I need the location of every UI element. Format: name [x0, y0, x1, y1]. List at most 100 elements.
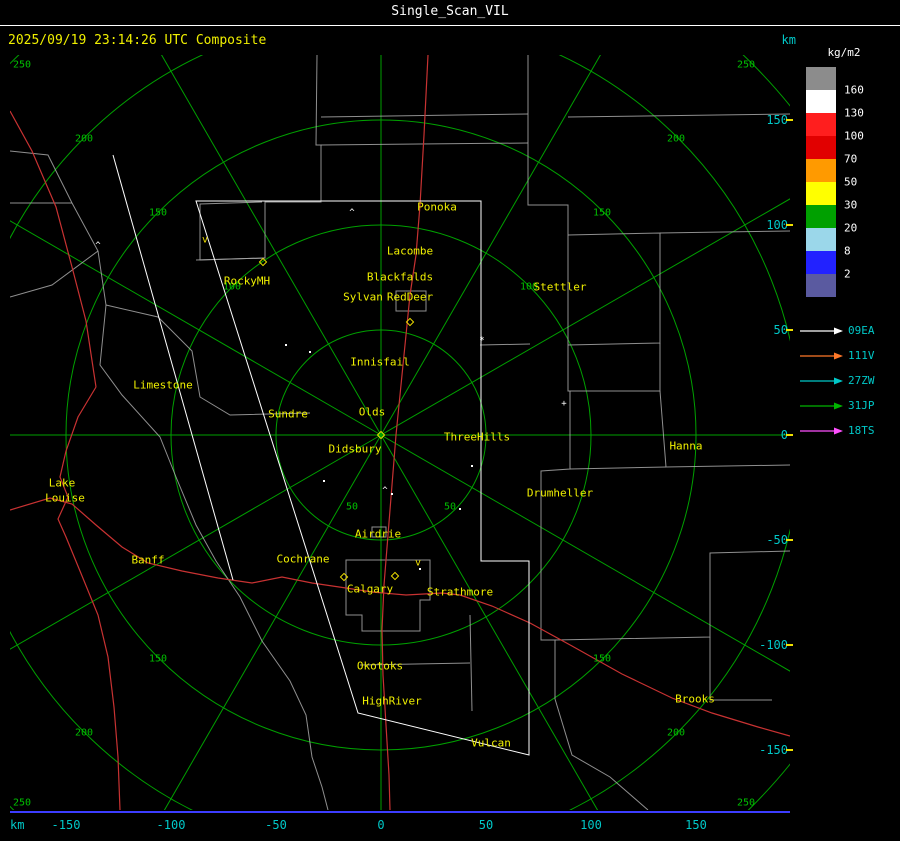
city-label-calgary: Calgary	[346, 582, 394, 596]
station-09ea: 09EA	[800, 318, 900, 343]
town-dot-marker	[471, 465, 473, 467]
boundary-line	[10, 250, 99, 298]
station-id-label: 27ZW	[848, 374, 875, 387]
range-ring-label: 200	[74, 727, 94, 739]
vil-color-legend: kg/m2 160 130 100 70 50 30 20 8 2	[806, 46, 900, 297]
boundary-line	[567, 113, 790, 118]
legend-threshold-label: 30	[844, 198, 858, 212]
azimuth-line-330	[161, 55, 382, 436]
bottom-axis-label: 100	[580, 818, 602, 832]
legend-threshold-label: 130	[844, 106, 864, 120]
city-label-sylvan: Sylvan	[343, 290, 383, 304]
right-axis-unit-label: km	[781, 33, 796, 47]
city-label-hanna: Hanna	[669, 439, 703, 453]
boundary-line	[567, 343, 661, 392]
radar-viewer-window: Single_Scan_VIL 2025/09/19 23:14:26 UTC …	[0, 0, 900, 841]
city-label-vulcan: Vulcan	[471, 736, 511, 750]
city-label-banff: Banff	[131, 553, 165, 567]
legend-threshold-label: 160	[844, 83, 864, 97]
range-ring-label: 250	[12, 59, 32, 71]
range-ring-label: 150	[592, 207, 612, 219]
vee-marker: v	[414, 557, 422, 569]
legend-threshold-label: 50	[844, 175, 858, 189]
city-label-lacombe: Lacombe	[386, 244, 434, 258]
legend-threshold-label: 100	[844, 129, 864, 143]
bottom-axis-label: 50	[478, 818, 494, 832]
station-id-label: 09EA	[848, 324, 875, 337]
radar-station-legend: 09EA 111V 27ZW 31JP 18TS	[800, 318, 900, 443]
boundary-line	[659, 390, 790, 468]
legend-color-box-2	[806, 113, 836, 136]
highway-line	[57, 386, 121, 810]
city-label-highriver: HighRiver	[362, 694, 422, 708]
bottom-axis-label: -50	[265, 818, 287, 832]
legend-threshold-label: 70	[844, 152, 858, 166]
window-title: Single_Scan_VIL	[391, 4, 509, 19]
bottom-axis: km -150 -100 -50 0 50 100 150	[0, 816, 900, 836]
station-arrow-icon	[800, 377, 843, 384]
boundary-line	[659, 230, 790, 234]
bottom-axis-line	[10, 811, 790, 813]
legend-color-box-8	[806, 251, 836, 274]
legend-unit-label: kg/m2	[827, 46, 861, 59]
city-label-stettler: Stettler	[533, 280, 587, 294]
legend-color-box-0	[806, 67, 836, 90]
range-ring-label: 200	[666, 133, 686, 145]
station-id-label: 31JP	[848, 399, 875, 412]
legend-color-box-1	[806, 90, 836, 113]
boundary-line	[479, 343, 531, 346]
station-27zw: 27ZW	[800, 368, 900, 393]
station-arrow-icon	[800, 327, 843, 334]
boundary-line	[320, 142, 529, 146]
town-dot-marker	[323, 480, 325, 482]
range-ring-label: 150	[592, 653, 612, 665]
boundary-line	[709, 637, 772, 701]
legend-color-box-9	[806, 274, 836, 297]
town-dot-marker	[459, 508, 461, 510]
town-dot-marker	[309, 351, 311, 353]
legend-color-box-7	[806, 228, 836, 251]
city-boundary-calgary	[345, 559, 431, 632]
station-18ts: 18TS	[800, 418, 900, 443]
city-label-cochrane: Cochrane	[276, 552, 330, 566]
station-arrow-icon	[800, 352, 843, 359]
boundary-line	[469, 614, 473, 712]
city-label-blackfalds: Blackfalds	[366, 270, 434, 284]
boundary-line	[195, 55, 322, 261]
city-label-innisfail: Innisfail	[350, 355, 410, 369]
legend-color-box-4	[806, 159, 836, 182]
radar-map[interactable]: 250 200 150 100 100 150 200 250 50 50 150 200 250 150…	[10, 55, 790, 810]
legend-threshold-label: 8	[844, 244, 851, 258]
station-arrow-icon	[800, 402, 843, 409]
station-id-label: 18TS	[848, 424, 875, 437]
legend-color-box-3	[806, 136, 836, 159]
range-ring-label: 250	[736, 797, 756, 809]
caret-marker: ^	[95, 241, 101, 251]
legend-color-scale: 160 130 100 70 50 30 20 8 2	[806, 67, 900, 297]
boundary-line	[569, 466, 667, 470]
city-label-limestone: Limestone	[133, 378, 193, 392]
boundary-line	[554, 698, 649, 810]
range-ring-label: 150	[148, 207, 168, 219]
vee-marker: v	[201, 234, 209, 246]
city-label-lake: Lake	[48, 476, 76, 490]
range-ring-label: 50	[443, 501, 457, 513]
range-ring-label: 150	[148, 653, 168, 665]
station-arrow-icon	[800, 427, 843, 434]
legend-threshold-label: 2	[844, 267, 851, 281]
boundary-line	[199, 201, 266, 261]
bottom-axis-label: -150	[51, 818, 81, 832]
bottom-axis-label: -100	[156, 818, 186, 832]
city-label-didsbury: Didsbury	[328, 442, 382, 456]
city-label-strathmore: Strathmore	[426, 585, 494, 599]
city-label-reddeer: RedDeer	[386, 290, 434, 304]
range-ring-label: 250	[736, 59, 756, 71]
station-111v: 111V	[800, 343, 900, 368]
city-label-ponoka: Ponoka	[417, 200, 457, 214]
station-31jp: 31JP	[800, 393, 900, 418]
city-label-brooks: Brooks	[675, 692, 715, 706]
caret-marker: ^	[349, 208, 355, 218]
city-label-threehills: ThreeHills	[443, 430, 511, 444]
range-ring-label: 250	[12, 797, 32, 809]
bottom-axis-label: 150	[685, 818, 707, 832]
